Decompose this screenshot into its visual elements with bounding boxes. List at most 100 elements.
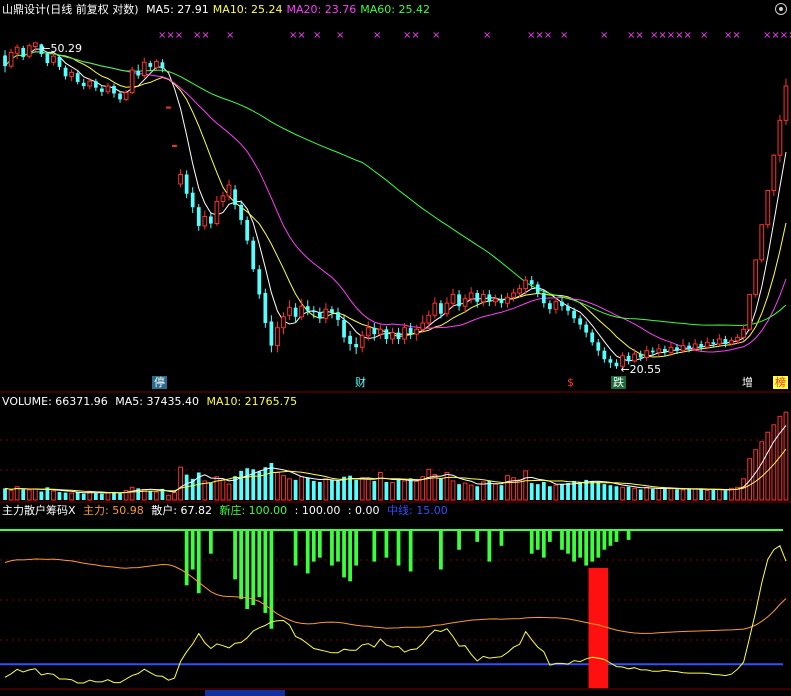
candle-up [323, 308, 329, 319]
candle-up [426, 314, 432, 324]
candle-up [523, 279, 529, 290]
indicator-xinzhuang-bar [233, 530, 237, 580]
candle-up [462, 298, 468, 307]
candle-down [354, 343, 359, 348]
volume-bar-down [566, 483, 570, 500]
volume-bar-up [620, 486, 625, 501]
volume-bar-up [275, 471, 280, 501]
signal-marker-1[interactable]: 财 [355, 376, 366, 389]
candle-down [112, 86, 116, 94]
candle-down [81, 82, 86, 87]
candle-down [699, 343, 704, 348]
volume-bar-down [396, 479, 401, 500]
candle-down [269, 321, 274, 346]
volume-bar-down [293, 479, 298, 500]
candle-down [499, 298, 504, 304]
indicator-xinzhuang-bar [572, 530, 576, 562]
candle-down [614, 362, 619, 367]
signal-marker-0[interactable]: 停 [152, 376, 167, 389]
volume-bar-up [214, 476, 220, 501]
candle-up [765, 189, 771, 226]
volume-bar-up [359, 477, 365, 501]
signal-marker-2[interactable]: $ [567, 376, 574, 389]
top-signal-marker: ××× [158, 30, 183, 41]
candle-up [153, 61, 159, 69]
candle-up [777, 119, 783, 156]
signal-marker-5[interactable]: 榜 [773, 376, 788, 389]
volume-bar-up [632, 487, 638, 501]
volume-bar-down [208, 483, 213, 500]
volume-bar-up [377, 471, 383, 501]
price-low-label: ←20.55 [620, 363, 661, 376]
candle-down [263, 292, 268, 324]
indicator-sanhu-line [4, 558, 787, 634]
candle-down [541, 292, 546, 304]
indicator-xinzhuang-bar [602, 530, 607, 550]
indicator-xinzhuang-bar [614, 530, 619, 542]
volume-bar-down [596, 482, 601, 500]
candle-down [487, 294, 492, 302]
candle-down [21, 47, 26, 57]
top-signal-marker: ××× [527, 30, 552, 41]
indicator-xinzhuang-bar [354, 530, 359, 566]
indicator-xinzhuang-bar [305, 530, 310, 574]
candle-down [608, 359, 613, 363]
top-signal-marker: × [432, 30, 440, 41]
candle-down [584, 324, 589, 333]
indicator-xinzhuang-bar [342, 530, 346, 578]
candle-up [680, 345, 686, 352]
indicator-xinzhuang-bar [457, 530, 461, 550]
volume-bar-down [245, 468, 250, 500]
candle-up [741, 328, 746, 338]
indicator-xinzhuang-bar [626, 530, 631, 540]
candle-down [148, 63, 153, 67]
volume-bar-down [63, 492, 68, 500]
top-signal-marker: ×× [724, 30, 741, 41]
candle-up [753, 259, 759, 295]
indicator-xinzhuang-bar [408, 530, 413, 572]
volume-bar-down [75, 492, 80, 500]
top-signal-marker: × [700, 30, 708, 41]
volume-bar-up [299, 476, 305, 501]
candle-up [226, 184, 232, 197]
candle-down [547, 303, 552, 310]
candle-down [396, 332, 401, 340]
ma-legend: MA5: 27.91 MA10: 25.24 MA20: 23.76 MA60: 25… [146, 3, 434, 16]
signal-marker-3[interactable]: 跌 [611, 376, 626, 389]
indicator-xinzhuang-bar [317, 530, 322, 558]
candle-down [687, 345, 691, 349]
volume-bar-down [330, 479, 334, 500]
signal-marker-4[interactable]: 增 [742, 376, 753, 389]
candle-up [632, 353, 638, 362]
candle-up [287, 307, 292, 316]
top-signal-marker: × [373, 30, 381, 41]
indicator-xinzhuang-bar [384, 530, 389, 558]
indicator-xinzhuang-bar [475, 530, 480, 542]
candle-up [214, 201, 220, 225]
indicator-xinzhuang-bar [608, 530, 613, 546]
candle-down [208, 216, 213, 224]
volume-ma10: MA10: 21765.75 [206, 395, 298, 408]
chart-title: 山鼎设计(日线 前复权 对数) [2, 3, 139, 16]
top-signal-marker: ×× [193, 30, 210, 41]
candle-up [717, 338, 722, 345]
volume-bar-up [220, 479, 226, 501]
chart-canvas[interactable]: ←50.29←20.55××× ×× × ×× × × × ×× × × ××× × × ×× ××××× ×… [0, 0, 791, 696]
candle-up [390, 332, 395, 340]
window-menu-icon[interactable] [775, 3, 787, 15]
candle-down [342, 319, 346, 338]
candle-down [535, 284, 540, 293]
candle-up [704, 341, 710, 348]
volume-bar-up [129, 486, 135, 501]
top-signal-marker: × [483, 30, 491, 41]
candle-down [251, 240, 256, 270]
volume-bar-down [590, 480, 595, 500]
price-ma5-line [4, 48, 787, 362]
volume-bar-down [39, 491, 44, 500]
indicator-xinzhuang-bar [184, 530, 189, 586]
indicator-xinzhuang-bar [330, 530, 334, 566]
price-high-label: ←50.29 [41, 42, 82, 55]
volume-bar-down [100, 493, 104, 500]
volume-bar-up [365, 478, 371, 501]
top-signal-marker: × [313, 30, 321, 41]
